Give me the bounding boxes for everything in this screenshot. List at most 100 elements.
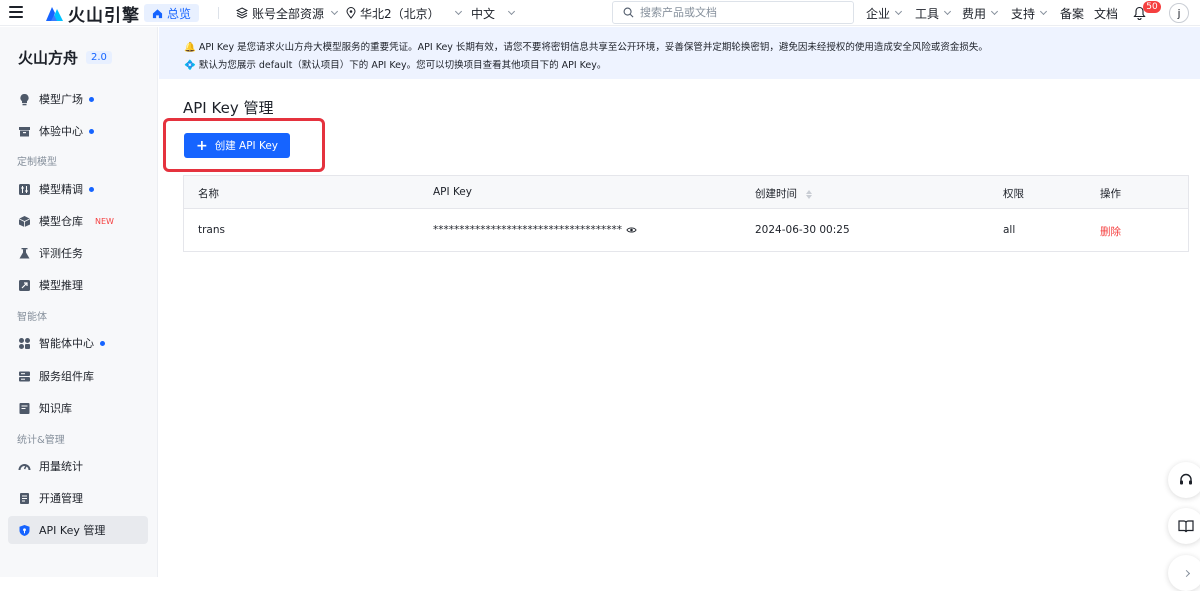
product-brand: 火山方舟 2.0 bbox=[18, 47, 112, 68]
create-button-label: 创建 API Key bbox=[214, 140, 279, 152]
tune-icon bbox=[18, 183, 31, 196]
update-dot bbox=[89, 186, 94, 192]
more-button[interactable] bbox=[1168, 555, 1200, 591]
notification-count-badge: 50 bbox=[1143, 1, 1161, 13]
chevron-down-icon bbox=[894, 7, 903, 16]
cell-api-key: ************************************ bbox=[433, 224, 637, 236]
language-selector[interactable]: 中文 bbox=[471, 5, 516, 21]
region-selector[interactable]: 华北2（北京） bbox=[346, 5, 462, 21]
notice-banner: 🔔 API Key 是您请求火山方舟大模型服务的重要凭证。API Key 长期有… bbox=[159, 27, 1200, 79]
search-input[interactable] bbox=[640, 6, 840, 19]
headset-icon bbox=[1180, 473, 1192, 485]
divider bbox=[218, 7, 219, 19]
brand-name: 火山方舟 bbox=[18, 49, 79, 67]
account-resource-selector[interactable]: 账号全部资源 bbox=[236, 5, 339, 21]
support-menu[interactable]: 支持 bbox=[1011, 5, 1048, 21]
search-box[interactable] bbox=[612, 1, 854, 24]
sidebar: 火山方舟 2.0 模型广场 体验中心 定制模型 模型精调 模型仓库 NEW 评测… bbox=[0, 27, 158, 577]
chevron-down-icon bbox=[943, 7, 952, 16]
enterprise-menu[interactable]: 企业 bbox=[866, 5, 903, 21]
doc-icon bbox=[18, 492, 31, 505]
section-title-custom-model: 定制模型 bbox=[17, 157, 57, 168]
documentation-button[interactable] bbox=[1168, 508, 1200, 544]
layers-icon bbox=[236, 7, 248, 19]
sidebar-item-label: API Key 管理 bbox=[39, 524, 106, 537]
cell-name: trans bbox=[198, 224, 225, 236]
table-header: 名称 API Key 创建时间 权限 操作 bbox=[184, 176, 1188, 209]
customer-service-button[interactable] bbox=[1168, 462, 1200, 498]
support-label: 支持 bbox=[1011, 6, 1036, 21]
docs-link[interactable]: 文档 bbox=[1094, 5, 1118, 21]
sidebar-item-label: 体验中心 bbox=[39, 125, 83, 138]
volcano-logo-icon bbox=[46, 7, 63, 21]
sidebar-item-label: 模型仓库 bbox=[39, 215, 83, 228]
top-navigation-bar: 火山引擎 总览 账号全部资源 华北2（北京） 中文 企业 bbox=[0, 0, 1200, 26]
create-api-key-button[interactable]: + 创建 API Key bbox=[184, 133, 290, 158]
sidebar-item-fine-tuning[interactable]: 模型精调 bbox=[8, 175, 148, 203]
update-dot bbox=[100, 340, 105, 346]
logo-text: 火山引擎 bbox=[68, 5, 140, 26]
language-label: 中文 bbox=[471, 6, 496, 21]
user-avatar[interactable]: j bbox=[1169, 3, 1189, 23]
agent-grid-icon bbox=[18, 337, 31, 350]
sidebar-item-label: 用量统计 bbox=[39, 460, 83, 473]
overview-label: 总览 bbox=[167, 6, 192, 21]
inference-icon bbox=[18, 279, 31, 292]
column-header-api-key: API Key bbox=[433, 186, 472, 198]
column-header-created-time[interactable]: 创建时间 bbox=[755, 186, 813, 201]
sidebar-item-label: 模型精调 bbox=[39, 183, 83, 196]
sort-icon[interactable] bbox=[806, 189, 813, 199]
cube-icon bbox=[18, 215, 31, 228]
sidebar-item-api-key-management[interactable]: API Key 管理 bbox=[8, 516, 148, 544]
update-dot bbox=[89, 128, 94, 134]
sidebar-item-evaluation[interactable]: 评测任务 bbox=[8, 239, 148, 267]
sidebar-item-label: 智能体中心 bbox=[39, 337, 94, 350]
flask-icon bbox=[18, 247, 31, 260]
chevron-down-icon bbox=[330, 7, 339, 16]
section-title-stats-management: 统计&管理 bbox=[17, 435, 65, 446]
column-header-name: 名称 bbox=[198, 188, 219, 200]
sidebar-item-label: 模型推理 bbox=[39, 279, 83, 292]
volcengine-logo[interactable]: 火山引擎 bbox=[44, 2, 140, 26]
sidebar-item-model-repository[interactable]: 模型仓库 NEW bbox=[8, 207, 148, 235]
gauge-icon bbox=[18, 460, 31, 473]
chevron-down-icon bbox=[507, 7, 516, 16]
docs-label: 文档 bbox=[1094, 6, 1119, 21]
sidebar-item-experience-center[interactable]: 体验中心 bbox=[8, 117, 148, 145]
shield-key-icon bbox=[18, 524, 31, 537]
location-pin-icon bbox=[346, 7, 356, 19]
sidebar-item-model-inference[interactable]: 模型推理 bbox=[8, 271, 148, 299]
plus-icon: + bbox=[195, 137, 208, 154]
filing-label: 备案 bbox=[1060, 6, 1085, 21]
cell-created-time: 2024-06-30 00:25 bbox=[755, 224, 850, 236]
sidebar-item-usage-stats[interactable]: 用量统计 bbox=[8, 452, 148, 480]
enterprise-label: 企业 bbox=[866, 6, 891, 21]
filing-link[interactable]: 备案 bbox=[1060, 5, 1084, 21]
billing-label: 费用 bbox=[962, 6, 987, 21]
new-tag: NEW bbox=[95, 216, 114, 226]
cell-permission: all bbox=[1003, 224, 1016, 236]
server-icon bbox=[18, 370, 31, 383]
masked-api-key: ************************************ bbox=[433, 224, 622, 236]
sidebar-item-model-square[interactable]: 模型广场 bbox=[8, 85, 148, 113]
billing-menu[interactable]: 费用 bbox=[962, 5, 999, 21]
menu-icon[interactable] bbox=[9, 6, 23, 18]
update-dot bbox=[89, 96, 94, 102]
sidebar-item-knowledge-base[interactable]: 知识库 bbox=[8, 394, 148, 422]
eye-icon[interactable] bbox=[626, 226, 637, 234]
sidebar-item-label: 服务组件库 bbox=[39, 370, 94, 383]
delete-link[interactable]: 删除 bbox=[1100, 224, 1121, 239]
overview-button[interactable]: 总览 bbox=[144, 4, 200, 22]
home-icon bbox=[152, 8, 163, 18]
sidebar-item-label: 评测任务 bbox=[39, 247, 83, 260]
tools-menu[interactable]: 工具 bbox=[915, 5, 952, 21]
sidebar-item-activation[interactable]: 开通管理 bbox=[8, 484, 148, 512]
search-icon bbox=[623, 7, 634, 18]
chevron-down-icon bbox=[990, 7, 999, 16]
chevron-down-icon bbox=[1039, 7, 1048, 16]
sidebar-item-agent-center[interactable]: 智能体中心 bbox=[8, 329, 148, 357]
notice-line-project: 💠 默认为您展示 default（默认项目）下的 API Key。您可以切换项目… bbox=[184, 60, 607, 71]
bulb-icon bbox=[18, 93, 31, 106]
column-header-label: 创建时间 bbox=[755, 188, 797, 200]
sidebar-item-service-components[interactable]: 服务组件库 bbox=[8, 362, 148, 390]
